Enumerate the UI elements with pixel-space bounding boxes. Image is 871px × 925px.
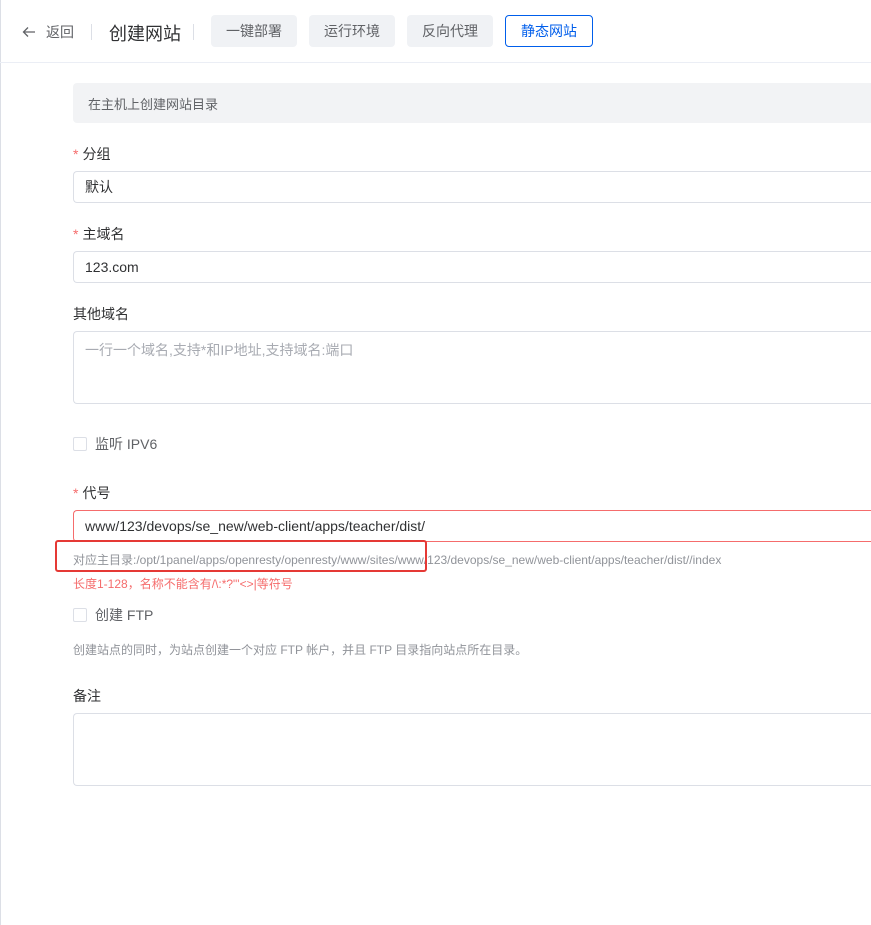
back-label: 返回 [46,24,74,40]
page-header: 返回 创建网站 一键部署 运行环境 反向代理 静态网站 [0,0,871,63]
primary-domain-label: * 主域名 [73,224,124,244]
required-mark: * [73,485,79,501]
alias-input[interactable]: www/123/devops/se_new/web-client/apps/te… [73,510,871,542]
page-title: 创建网站 [109,24,181,44]
back-button[interactable]: 返回 [22,22,74,42]
group-select[interactable]: 默认 [73,171,871,203]
other-domains-label: 其他域名 [73,306,129,322]
required-mark: * [73,146,79,162]
tab-reverse-proxy[interactable]: 反向代理 [407,15,493,47]
remark-textarea[interactable] [73,713,871,786]
alias-label-text: 代号 [82,485,111,501]
group-label-text: 分组 [82,146,111,162]
other-domains-textarea[interactable]: 一行一个域名,支持*和IP地址,支持域名:端口 [73,331,871,404]
divider [91,24,92,40]
ftp-hint: 创建站点的同时，为站点创建一个对应 FTP 帐户，并且 FTP 目录指向站点所在… [73,643,528,657]
ipv6-checkbox[interactable] [73,437,87,451]
tab-runtime[interactable]: 运行环境 [309,15,395,47]
remark-label: 备注 [73,688,101,704]
alias-error: 长度1-128，名称不能含有/\:*?"'<>|等符号 [73,577,293,591]
ftp-checkbox-row[interactable]: 创建 FTP [73,605,153,625]
left-border [0,0,1,925]
annotation-highlight-box [55,540,427,572]
tab-one-click-deploy[interactable]: 一键部署 [211,15,297,47]
ipv6-label: 监听 IPV6 [95,436,158,452]
alias-label: * 代号 [73,483,110,503]
divider [193,24,194,40]
ftp-label: 创建 FTP [95,607,154,623]
tab-static-site[interactable]: 静态网站 [505,15,593,47]
required-mark: * [73,226,79,242]
primary-domain-label-text: 主域名 [82,226,125,242]
ftp-checkbox[interactable] [73,608,87,622]
arrow-left-icon [22,27,35,37]
info-alert: 在主机上创建网站目录 [73,83,871,123]
group-label: * 分组 [73,144,110,164]
ipv6-checkbox-row[interactable]: 监听 IPV6 [73,434,157,454]
primary-domain-input[interactable]: 123.com [73,251,871,283]
